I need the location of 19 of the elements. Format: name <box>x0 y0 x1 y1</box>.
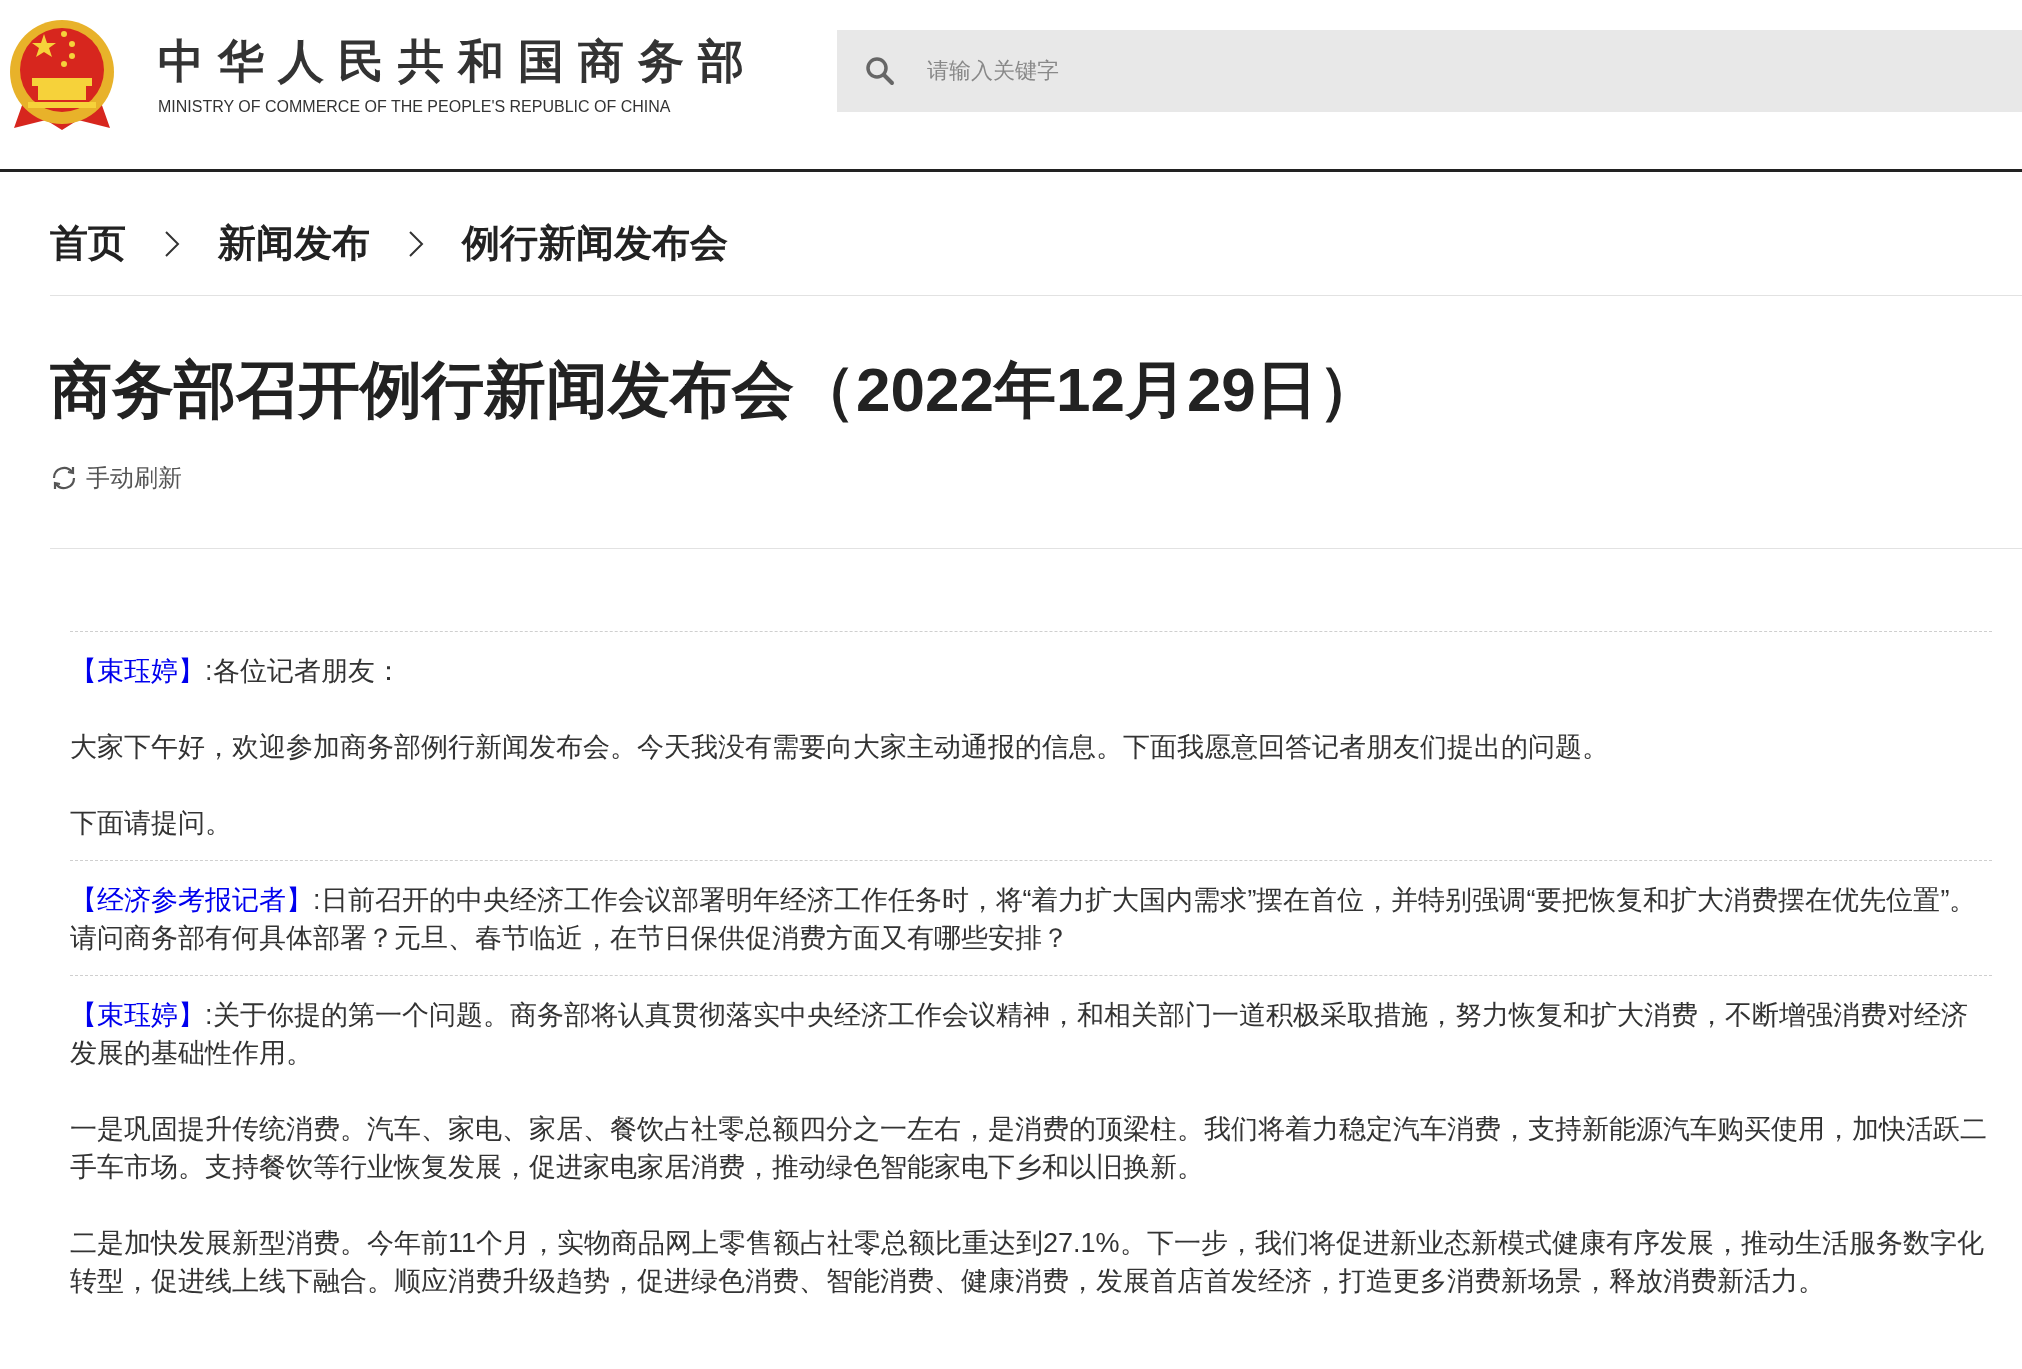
speech-paragraph: 【束珏婷】:各位记者朋友： <box>70 655 403 688</box>
site-subtitle: MINISTRY OF COMMERCE OF THE PEOPLE'S REPUBLIC OF CHINA <box>158 97 672 117</box>
refresh-button[interactable]: 手动刷新 <box>86 460 182 496</box>
chevron-right-icon <box>164 229 180 258</box>
refresh-icon <box>50 466 78 490</box>
search-icon <box>865 56 895 86</box>
breadcrumb-link[interactable]: 首页 <box>50 215 126 272</box>
breadcrumb-link[interactable]: 例行新闻发布会 <box>462 215 728 272</box>
breadcrumb-link[interactable]: 新闻发布 <box>218 215 370 272</box>
article-paragraph: 一是巩固提升传统消费。汽车、家电、家居、餐饮占社零总额四分之一左右，是消费的顶梁柱。我们将着力稳定汽车消费，支持新能源汽车购买使用，加快活跃二手车市场。支持餐饮等行业恢复发展，促进家电家居消费，推动绿色智能家电下乡和以旧换新。 <box>70 1113 1988 1184</box>
article-paragraph: 二是加快发展新型消费。今年前11个月，实物商品网上零售额占社零总额比重达到27.1%。下一步，我们将促进新业态新模式健康有序发展，推动生活服务数字化转型，促进线上线下融合。顺应消费升级趋势，促进绿色消费、智能消费、健康消费，发展首店首发经济，打造更多消费新场景，释放消费新活力。 <box>70 1227 1985 1298</box>
article-paragraph: 下面请提问。 <box>70 807 233 840</box>
speech-paragraph: 【束珏婷】:关于你提的第一个问题。商务部将认真贯彻落实中央经济工作会议精神，和相关部门一道积极采取措施，努力恢复和扩大消费，不断增强消费对经济发展的基础性作用。 <box>70 999 1969 1070</box>
search-field[interactable]: 请输入关键字 <box>837 30 2022 112</box>
chevron-right-icon <box>408 229 424 258</box>
site-title: 中华人民共和国商务部 <box>158 34 758 89</box>
article-paragraph: 大家下午好，欢迎参加商务部例行新闻发布会。今天我没有需要向大家主动通报的信息。下面我愿意回答记者朋友们提出的问题。 <box>70 731 1610 764</box>
speech-paragraph: 【经济参考报记者】:日前召开的中央经济工作会议部署明年经济工作任务时，将“着力扩大国内需求”摆在首位，并特别强调“要把恢复和扩大消费摆在优先位置”。请问商务部有何具体部署？元旦、春节临近，在节日保供促消费方面又有哪些安排？ <box>70 884 1978 955</box>
article-title: 商务部召开例行新闻发布会（2022年12月29日） <box>50 354 1381 426</box>
